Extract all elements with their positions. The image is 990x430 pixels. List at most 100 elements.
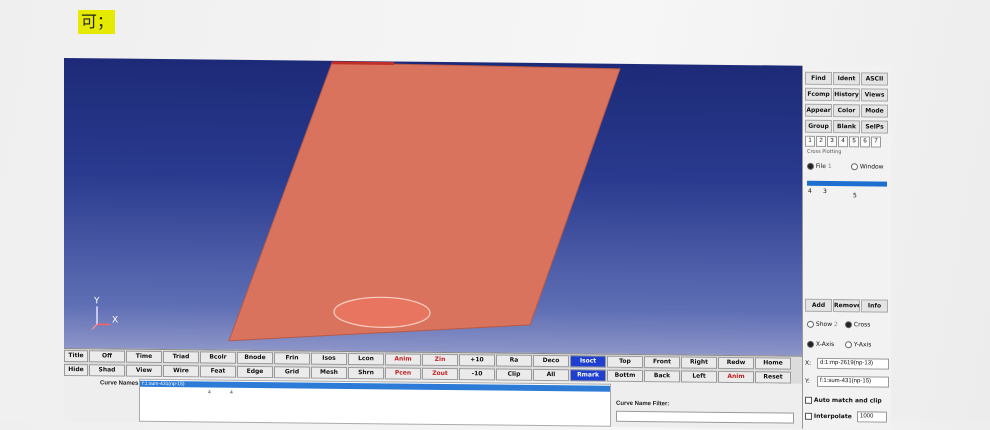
toolbar-button-lcon[interactable]: Lcon <box>348 353 384 365</box>
find-button[interactable]: Find <box>805 72 832 85</box>
y-curve-field[interactable]: f:1:sum-431(np-15) <box>817 376 889 388</box>
toolbar-button-feat[interactable]: Feat <box>200 365 236 377</box>
history-button[interactable]: History <box>833 88 860 101</box>
toolbar-button-top[interactable]: Top <box>607 356 643 368</box>
file-radio[interactable]: File 1 <box>807 163 832 170</box>
file-label: File <box>816 163 826 170</box>
toolbar-button-clip[interactable]: Clip <box>496 369 532 381</box>
show-label: Show <box>816 321 832 328</box>
curve-names-list[interactable]: f:1:sum-431(np-15) 4 4 <box>139 379 611 427</box>
x-curve-field[interactable]: d:1:mp-2619(np-13) <box>817 358 889 370</box>
window-radio[interactable]: Window <box>851 163 884 170</box>
page-tab-4[interactable]: 4 <box>838 136 848 147</box>
info-button[interactable]: Info <box>861 299 888 312</box>
mode-button[interactable]: Mode <box>861 104 888 117</box>
selps-button[interactable]: SelPs <box>861 120 888 133</box>
highlighted-note: 可； <box>78 10 115 34</box>
color-button[interactable]: Color <box>833 104 860 117</box>
auto-match-box[interactable] <box>805 397 812 404</box>
yaxis-radio[interactable]: Y-Axis <box>845 341 871 348</box>
toolbar-button-left[interactable]: Left <box>681 370 717 382</box>
toolbar-button-reset[interactable]: Reset <box>755 371 791 383</box>
toolbar-button-10[interactable]: -10 <box>459 368 495 380</box>
toolbar-button-anim[interactable]: Anim <box>385 353 421 365</box>
toolbar-button-shad[interactable]: Shad <box>89 364 125 376</box>
graphics-viewport[interactable]: Y X <box>64 58 802 356</box>
toolbar-button-bcolr[interactable]: Bcolr <box>200 351 236 363</box>
toolbar-button-triad[interactable]: Triad <box>163 351 199 363</box>
ascii-button[interactable]: ASCII <box>861 72 888 85</box>
toolbar-button-title[interactable]: Title <box>64 350 88 362</box>
toolbar-button-rmark[interactable]: Rmark <box>570 369 606 381</box>
fcomp-button[interactable]: Fcomp <box>805 88 832 101</box>
toolbar-button-shrn[interactable]: Shrn <box>348 367 384 379</box>
toolbar-button-grid[interactable]: Grid <box>274 366 310 378</box>
interpolate-checkbox[interactable]: Interpolate <box>805 413 852 420</box>
show-radio-dot[interactable] <box>807 321 814 328</box>
cross-plot-label: Cross Plotting <box>807 149 841 155</box>
curve-names-label: Curve Names <box>100 380 138 386</box>
interpolate-box[interactable] <box>805 413 812 420</box>
views-button[interactable]: Views <box>861 88 888 101</box>
page-tab-5[interactable]: 5 <box>849 136 859 147</box>
toolbar-button-off[interactable]: Off <box>89 350 125 362</box>
toolbar-button-bottm[interactable]: Bottm <box>607 370 643 382</box>
curve-filter-input[interactable] <box>616 411 794 424</box>
auto-match-checkbox[interactable]: Auto match and clip <box>805 397 882 405</box>
file-list-item-1[interactable]: 4 <box>808 188 812 195</box>
file-num: 1 <box>828 163 832 170</box>
toolbar-button-edge[interactable]: Edge <box>237 366 273 378</box>
toolbar-button-time[interactable]: Time <box>126 351 162 363</box>
toolbar-button-view[interactable]: View <box>126 365 162 377</box>
toolbar-button-back[interactable]: Back <box>644 370 680 382</box>
window-radio-dot[interactable] <box>851 163 858 170</box>
file-list-selection[interactable] <box>807 181 887 187</box>
toolbar-button-redw[interactable]: Redw <box>718 357 754 369</box>
toolbar-button-frin[interactable]: Frin <box>274 352 310 364</box>
lsprepost-window: Y X Find Ident ASCII Fcomp History Views… <box>64 58 890 430</box>
cross-radio[interactable]: Cross <box>845 321 870 328</box>
toolbar-button-deco[interactable]: Deco <box>533 355 569 367</box>
xaxis-radio-dot[interactable] <box>807 341 814 348</box>
yaxis-radio-dot[interactable] <box>845 341 852 348</box>
toolbar-button-ra[interactable]: Ra <box>496 355 532 367</box>
appear-button[interactable]: Appear <box>805 104 832 117</box>
hole-region <box>334 297 430 328</box>
xaxis-radio[interactable]: X-Axis <box>807 341 834 348</box>
toolbar-button-bnode[interactable]: Bnode <box>237 352 273 364</box>
triad-y-label: Y <box>94 296 100 306</box>
toolbar-button-wire[interactable]: Wire <box>163 365 199 377</box>
curve-filter-label: Curve Name Filter: <box>616 401 669 408</box>
model-render <box>64 58 802 356</box>
add-button[interactable]: Add <box>805 299 832 312</box>
toolbar-button-isoct[interactable]: Isoct <box>570 355 606 367</box>
page-tab-2[interactable]: 2 <box>816 136 826 147</box>
cross-radio-dot[interactable] <box>845 321 852 328</box>
group-button[interactable]: Group <box>805 120 832 133</box>
y-field-label: Y: <box>805 378 810 385</box>
file-list-item-2[interactable]: 3 <box>823 188 827 195</box>
toolbar-button-front[interactable]: Front <box>644 356 680 368</box>
toolbar-button-anim[interactable]: Anim <box>718 371 754 383</box>
page-tab-6[interactable]: 6 <box>860 136 870 147</box>
plate-shell <box>229 62 620 345</box>
toolbar-button-all[interactable]: All <box>533 369 569 381</box>
file-list-item-3[interactable]: 5 <box>853 192 857 199</box>
page-tab-3[interactable]: 3 <box>827 136 837 147</box>
remove-button[interactable]: Remove <box>833 299 860 312</box>
toolbar-button-mesh[interactable]: Mesh <box>311 367 347 379</box>
toolbar-button-hide[interactable]: Hide <box>64 364 88 376</box>
ident-button[interactable]: Ident <box>833 72 860 85</box>
toolbar-button-10[interactable]: +10 <box>459 354 495 366</box>
page-tab-1[interactable]: 1 <box>805 136 815 147</box>
toolbar-button-right[interactable]: Right <box>681 356 717 368</box>
toolbar-button-zin[interactable]: Zin <box>422 354 458 366</box>
toolbar-button-zout[interactable]: Zout <box>422 368 458 380</box>
toolbar-button-isos[interactable]: Isos <box>311 353 347 365</box>
show-radio[interactable]: Show 2 <box>807 321 838 328</box>
file-radio-dot[interactable] <box>807 163 814 170</box>
toolbar-button-home[interactable]: Home <box>755 357 791 369</box>
page-tab-7[interactable]: 7 <box>871 136 881 147</box>
toolbar-button-pcen[interactable]: Pcen <box>385 367 421 379</box>
blank-button[interactable]: Blank <box>833 120 860 133</box>
